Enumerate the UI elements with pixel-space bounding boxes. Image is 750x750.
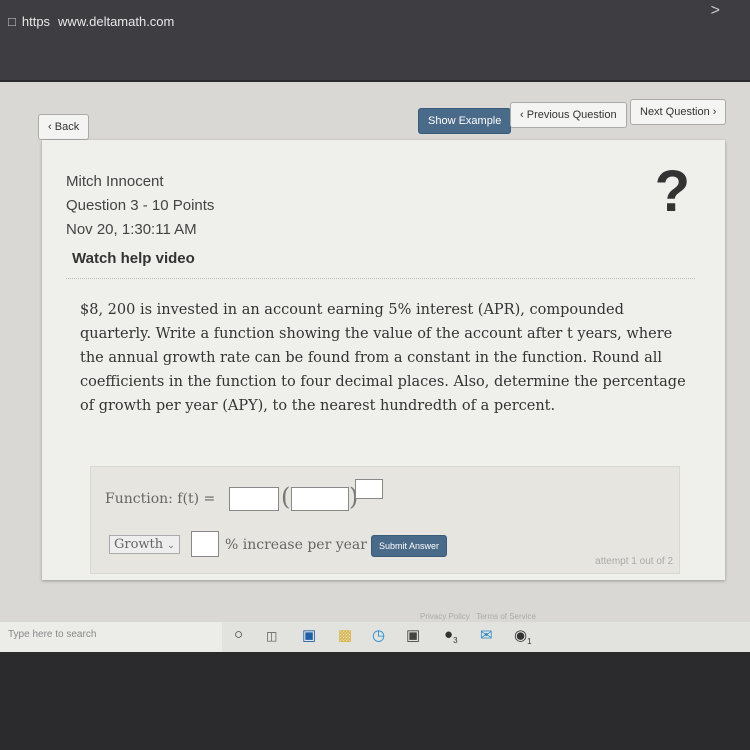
submit-answer-button[interactable]: Submit Answer <box>371 535 448 557</box>
growth-select[interactable]: Growth ⌄ <box>109 535 180 554</box>
file-explorer-icon[interactable]: ▩ <box>338 626 352 644</box>
xbox-icon[interactable]: ◉1 <box>514 626 532 646</box>
word-icon[interactable]: ▣ <box>302 626 316 644</box>
back-button[interactable]: ‹ Back <box>38 114 90 140</box>
chevron-right-icon[interactable]: > <box>711 2 720 20</box>
cortana-icon[interactable]: ○ <box>234 626 243 643</box>
timestamp: Nov 20, 1:30:11 AM <box>66 221 197 238</box>
question-card: Mitch Innocent Question 3 - 10 Points No… <box>42 140 725 580</box>
student-name: Mitch Innocent <box>66 173 164 190</box>
chevron-down-icon: ⌄ <box>167 541 175 551</box>
browser-bar: □ https www.deltamath.com > <box>0 0 750 80</box>
coefficient-input[interactable] <box>229 487 279 511</box>
taskbar-search[interactable]: Type here to search <box>0 622 222 652</box>
question-mark-icon[interactable]: ? <box>655 158 690 225</box>
app-icon[interactable]: ●3 <box>444 626 458 645</box>
privacy-link[interactable]: Privacy Policy <box>420 612 470 621</box>
next-question-button[interactable]: Next Question › <box>630 99 727 125</box>
base-input[interactable] <box>291 487 349 511</box>
lock-icon: □ <box>8 14 16 29</box>
footer-links: Privacy Policy Terms of Service <box>420 612 536 621</box>
show-example-button[interactable]: Show Example <box>418 108 512 134</box>
question-number: Question 3 - 10 Points <box>66 197 215 214</box>
question-info: Mitch Innocent Question 3 - 10 Points No… <box>66 170 214 242</box>
taskbar: Type here to search ○ ◫ ▣ ▩ ◷ ▣ ●3 ✉ ◉1 <box>0 622 750 652</box>
divider <box>66 278 695 279</box>
address-bar[interactable]: □ https www.deltamath.com <box>8 14 174 29</box>
watch-help-video-link[interactable]: Watch help video <box>72 250 195 267</box>
task-view-icon[interactable]: ◫ <box>266 629 277 643</box>
answer-area: Function: f(t) = ( ) Growth ⌄ % increase… <box>90 466 680 574</box>
terms-link[interactable]: Terms of Service <box>476 612 536 621</box>
mail-icon[interactable]: ✉ <box>480 626 493 644</box>
percent-label: % increase per year <box>225 537 367 553</box>
store-icon[interactable]: ▣ <box>406 626 420 644</box>
question-text: $8, 200 is invested in an account earnin… <box>80 302 686 414</box>
function-label: Function: f(t) = <box>105 491 216 507</box>
percent-input[interactable] <box>191 531 219 557</box>
attempt-counter: attempt 1 out of 2 <box>595 556 673 567</box>
exponent-input[interactable] <box>355 479 383 499</box>
edge-icon[interactable]: ◷ <box>372 626 385 644</box>
previous-question-button[interactable]: ‹ Previous Question <box>510 102 627 128</box>
open-paren: ( <box>281 483 291 511</box>
